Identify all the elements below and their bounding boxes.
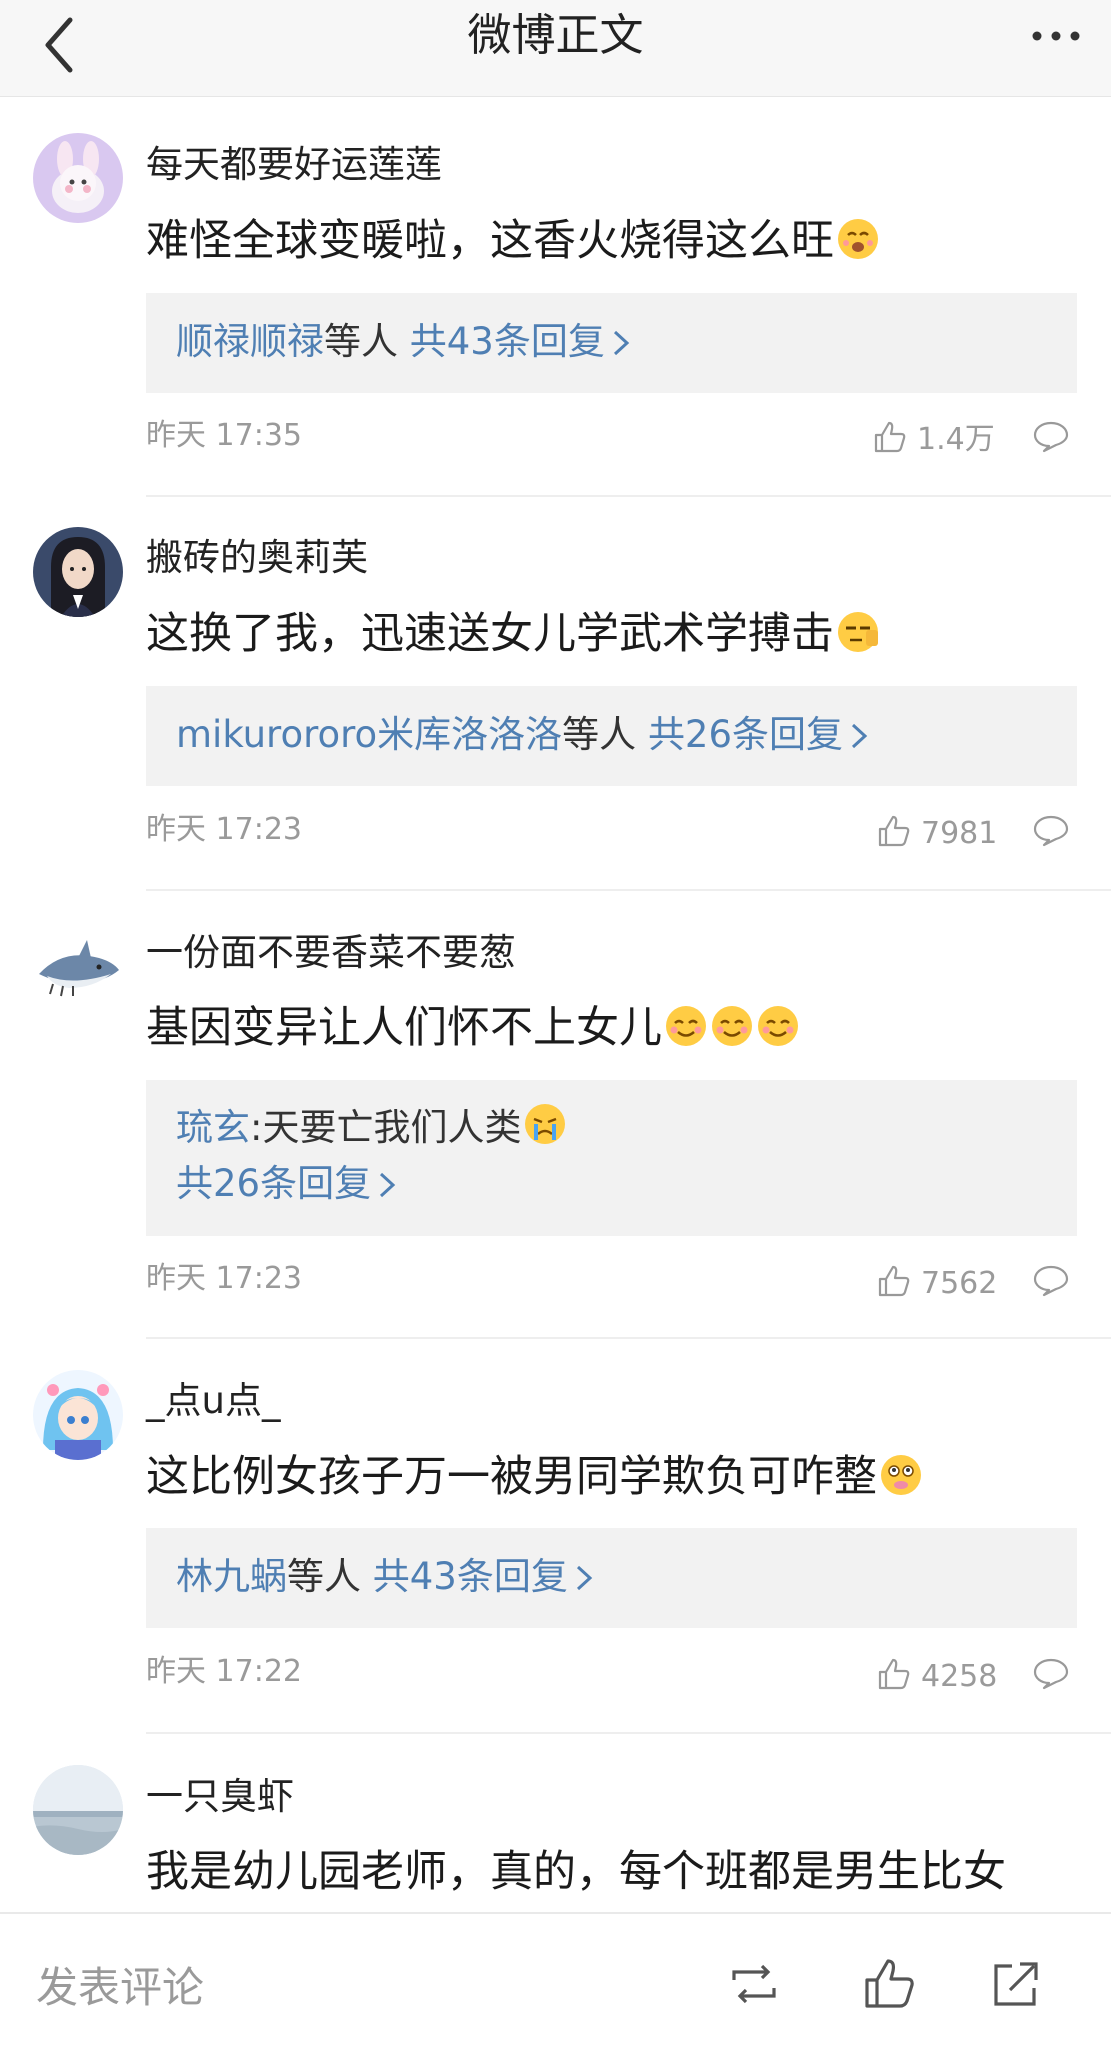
username[interactable]: 一只臭虾 bbox=[146, 1774, 294, 1820]
divider bbox=[146, 1337, 1111, 1339]
like-icon[interactable] bbox=[873, 420, 907, 454]
chevron-right-icon bbox=[613, 330, 630, 356]
reply-summary[interactable]: 林九蜗等人 共43条回复 bbox=[146, 1528, 1077, 1628]
comment-text: 这换了我，迅速送女儿学武术学搏击 bbox=[146, 606, 880, 662]
like-icon[interactable] bbox=[877, 814, 911, 848]
emoji-icon bbox=[838, 612, 878, 652]
comment-time: 昨天 17:22 bbox=[146, 1654, 302, 1689]
reply-preview-text: 天要亡我们人类 bbox=[262, 1106, 522, 1149]
reply-summary[interactable]: 顺禄顺禄等人 共43条回复 bbox=[146, 293, 1077, 393]
emoji-icon bbox=[838, 219, 878, 259]
username[interactable]: 每天都要好运莲莲 bbox=[146, 142, 442, 188]
comment-text: 我是幼儿园老师，真的，每个班都是男生比女 bbox=[146, 1844, 1006, 1900]
comment-text: 基因变异让人们怀不上女儿 bbox=[146, 1000, 800, 1056]
reply-separator: : bbox=[250, 1106, 263, 1149]
like-count: 1.4万 bbox=[917, 422, 995, 457]
like-count: 7981 bbox=[921, 816, 998, 851]
comment-icon[interactable] bbox=[1032, 1264, 1070, 1298]
reply-users-link[interactable]: 顺禄顺禄 bbox=[176, 320, 324, 363]
divider bbox=[146, 1732, 1111, 1734]
comment-text-content: 这换了我，迅速送女儿学武术学搏击 bbox=[146, 609, 834, 659]
top-nav-bar: 微博正文 bbox=[0, 0, 1111, 97]
comment-text-content: 这比例女孩子万一被男同学欺负可咋整 bbox=[146, 1452, 877, 1502]
comment-text-content: 难怪全球变暖啦，这香火烧得这么旺 bbox=[146, 216, 834, 266]
emoji-icon bbox=[525, 1104, 566, 1144]
comment-icon[interactable] bbox=[1032, 814, 1070, 848]
reply-preview[interactable]: 琉玄:天要亡我们人类 共26条回复 bbox=[146, 1080, 1077, 1236]
bottom-action-bar: 发表评论 bbox=[0, 1912, 1111, 2050]
comment-text-content: 我是幼儿园老师，真的，每个班都是男生比女 bbox=[146, 1847, 1006, 1897]
emoji-icon bbox=[881, 1455, 921, 1495]
comment-time: 昨天 17:23 bbox=[146, 812, 302, 847]
reply-user-link[interactable]: 琉玄 bbox=[176, 1106, 250, 1149]
chevron-right-icon bbox=[380, 1172, 396, 1198]
avatar[interactable] bbox=[33, 1370, 123, 1460]
like-icon[interactable] bbox=[877, 1264, 911, 1298]
reply-mid-text: 等人 bbox=[287, 1555, 361, 1598]
reply-count-link[interactable]: 共26条回复 bbox=[648, 713, 843, 756]
reply-users-link[interactable]: mikurororo米库洛洛洛 bbox=[176, 713, 562, 756]
username[interactable]: 一份面不要香菜不要葱 bbox=[146, 930, 516, 976]
comment-text: 这比例女孩子万一被男同学欺负可咋整 bbox=[146, 1449, 923, 1505]
like-icon[interactable] bbox=[862, 1956, 918, 2012]
like-icon[interactable] bbox=[877, 1657, 911, 1691]
divider bbox=[146, 495, 1111, 497]
comment-time: 昨天 17:35 bbox=[146, 418, 302, 453]
comment-icon[interactable] bbox=[1032, 1657, 1070, 1691]
reply-mid-text: 等人 bbox=[324, 320, 398, 363]
reply-count-link[interactable]: 共26条回复 bbox=[176, 1162, 371, 1205]
comment-input[interactable]: 发表评论 bbox=[36, 1954, 204, 2015]
avatar[interactable] bbox=[33, 133, 123, 223]
avatar[interactable] bbox=[33, 527, 123, 617]
avatar[interactable] bbox=[33, 1765, 123, 1855]
like-count: 4258 bbox=[921, 1659, 998, 1694]
avatar[interactable] bbox=[33, 922, 123, 1012]
more-dots-icon[interactable] bbox=[1031, 16, 1081, 56]
reply-summary[interactable]: mikurororo米库洛洛洛等人 共26条回复 bbox=[146, 686, 1077, 786]
page-title: 微博正文 bbox=[467, 10, 644, 61]
emoji-icon bbox=[758, 1006, 798, 1046]
share-icon[interactable] bbox=[988, 1956, 1044, 2012]
like-count: 7562 bbox=[921, 1266, 998, 1301]
username[interactable]: 搬砖的奥莉芙 bbox=[146, 535, 368, 581]
reply-count-link[interactable]: 共43条回复 bbox=[373, 1555, 568, 1598]
reply-count-link[interactable]: 共43条回复 bbox=[410, 320, 605, 363]
chevron-right-icon bbox=[852, 723, 868, 749]
comment-text-content: 基因变异让人们怀不上女儿 bbox=[146, 1003, 662, 1053]
chevron-right-icon bbox=[576, 1565, 593, 1591]
reply-mid-text: 等人 bbox=[562, 713, 637, 756]
repost-icon[interactable] bbox=[726, 1956, 782, 2012]
comment-icon[interactable] bbox=[1032, 420, 1070, 454]
comment-time: 昨天 17:23 bbox=[146, 1261, 302, 1296]
divider bbox=[146, 889, 1111, 891]
comment-text: 难怪全球变暖啦，这香火烧得这么旺 bbox=[146, 213, 880, 269]
emoji-icon bbox=[712, 1006, 752, 1046]
username[interactable]: _点u点_ bbox=[146, 1378, 280, 1424]
reply-users-link[interactable]: 林九蜗 bbox=[176, 1555, 287, 1598]
emoji-icon bbox=[666, 1006, 706, 1046]
